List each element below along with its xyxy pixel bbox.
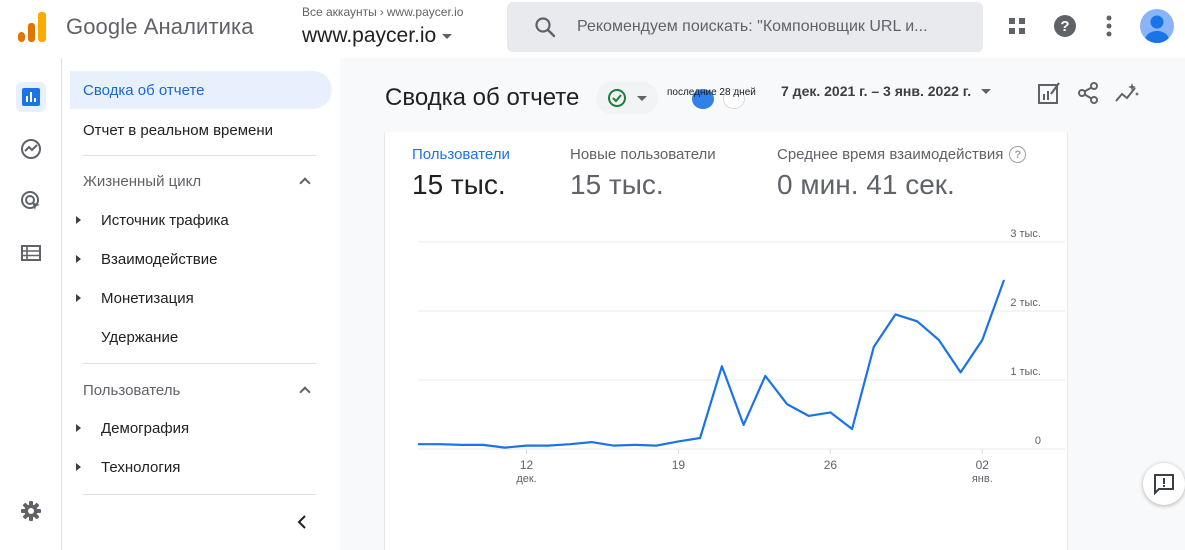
expand-arrow-icon: [76, 255, 81, 263]
report-sidenav: Сводка об отчете Отчет в реальном времен…: [62, 58, 340, 550]
report-status-chip[interactable]: [596, 82, 658, 114]
nav-monetization[interactable]: Монетизация: [76, 281, 194, 315]
nav-retention[interactable]: Удержание: [101, 320, 178, 354]
y-tick-label: 2 тыс.: [1010, 297, 1041, 309]
nav-item-label: Взаимодействие: [101, 250, 218, 268]
nav-engagement[interactable]: Взаимодействие: [76, 242, 217, 276]
dropdown-caret-icon: [637, 95, 647, 101]
chevron-left-icon: [297, 515, 306, 529]
dropdown-caret-icon: [442, 33, 453, 39]
chevron-up-icon: [299, 386, 311, 398]
search-placeholder: Рекомендуем поискать: "Компоновщик URL и…: [577, 18, 928, 35]
nav-section-user[interactable]: Пользователь: [83, 372, 315, 408]
dropdown-caret-icon: [981, 88, 992, 94]
nav-divider: [83, 363, 316, 364]
nav-tech[interactable]: Технология: [76, 450, 180, 484]
nav-divider: [83, 494, 316, 495]
property-picker[interactable]: www.paycer.io: [302, 24, 453, 48]
date-range-picker[interactable]: 7 дек. 2021 г. – 3 янв. 2022 г.: [781, 83, 992, 99]
crumb-all-accounts[interactable]: Все аккаунты: [302, 5, 377, 19]
nav-section-title: Жизненный цикл: [83, 172, 202, 190]
customize-report-icon[interactable]: [1036, 80, 1062, 106]
overview-card: Пользователи 15 тыс. Новые пользователи …: [384, 132, 1068, 550]
settings-icon[interactable]: [16, 496, 46, 526]
check-circle-icon: [608, 89, 626, 107]
nav-divider: [83, 155, 316, 156]
analytics-logo-icon[interactable]: [16, 10, 48, 44]
nav-demographics[interactable]: Демография: [76, 411, 189, 445]
nav-section-lifecycle[interactable]: Жизненный цикл: [83, 163, 315, 199]
crumb-separator: ›: [379, 5, 384, 19]
help-icon[interactable]: ?: [1052, 13, 1078, 39]
svg-text:?: ?: [1060, 18, 1069, 35]
x-tick-label: 02: [976, 458, 990, 472]
date-range-label: последние 28 дней: [667, 87, 756, 98]
x-tick-label: 19: [672, 458, 686, 472]
nav-item-label: Технология: [101, 458, 181, 476]
x-tick-sublabel: дек.: [516, 473, 536, 485]
configure-icon[interactable]: [16, 238, 46, 268]
page-title: Сводка об отчете: [385, 84, 580, 111]
share-icon[interactable]: [1075, 80, 1101, 106]
top-app-bar: Google Аналитика Все аккаунты › www.paycer…: [0, 0, 1185, 58]
report-header: Сводка об отчете последние 28 дней 7 дек…: [340, 58, 1185, 130]
y-tick-label: 1 тыс.: [1010, 366, 1041, 378]
date-range-value: 7 дек. 2021 г. – 3 янв. 2022 г.: [781, 83, 972, 99]
nav-item-label: Демография: [101, 419, 190, 437]
users-line-chart: 0 1 тыс. 2 тыс. 3 тыс. 12дек. 19 26 02янв.: [418, 228, 1065, 485]
y-tick-label: 3 тыс.: [1010, 228, 1041, 240]
more-vert-icon[interactable]: [1096, 13, 1122, 39]
nav-realtime[interactable]: Отчет в реальном времени: [83, 111, 273, 149]
nav-section-title: Пользователь: [83, 381, 181, 399]
expand-arrow-icon: [76, 463, 81, 471]
expand-arrow-icon: [76, 424, 81, 432]
reports-icon[interactable]: [16, 82, 46, 112]
crumb-account[interactable]: www.paycer.io: [387, 5, 464, 19]
apps-grid-icon[interactable]: [1004, 13, 1030, 39]
expand-arrow-icon: [76, 216, 81, 224]
nav-item-label: Монетизация: [101, 289, 194, 307]
left-rail: [0, 58, 62, 550]
series-line-users[interactable]: [418, 279, 1006, 449]
nav-acquisition[interactable]: Источник трафика: [76, 203, 229, 237]
date-range-label-text: последние 28 дней: [667, 87, 756, 98]
nav-item-label: Источник трафика: [101, 211, 229, 229]
explore-icon[interactable]: [16, 134, 46, 164]
x-tick-label: 12: [520, 458, 534, 472]
property-name: www.paycer.io: [302, 24, 437, 47]
search-icon: [535, 17, 556, 38]
y-tick-label: 0: [1035, 435, 1041, 447]
feedback-button[interactable]: [1143, 463, 1185, 505]
expand-arrow-icon: [76, 294, 81, 302]
account-breadcrumb[interactable]: Все аккаунты › www.paycer.io: [302, 5, 463, 19]
main-content: Сводка об отчете последние 28 дней 7 дек…: [340, 58, 1185, 550]
collapse-nav-button[interactable]: [290, 510, 314, 534]
x-tick-sublabel: янв.: [972, 473, 993, 485]
account-avatar[interactable]: [1140, 9, 1174, 43]
chevron-up-icon: [299, 177, 311, 189]
x-tick-label: 26: [824, 458, 838, 472]
insights-icon[interactable]: [1114, 80, 1140, 106]
product-name: Google Аналитика: [66, 14, 254, 39]
feedback-icon: [1154, 474, 1174, 495]
nav-report-snapshot[interactable]: Сводка об отчете: [70, 71, 332, 109]
advertising-icon[interactable]: [16, 186, 46, 216]
search-input[interactable]: Рекомендуем поискать: "Компоновщик URL и…: [507, 2, 983, 52]
